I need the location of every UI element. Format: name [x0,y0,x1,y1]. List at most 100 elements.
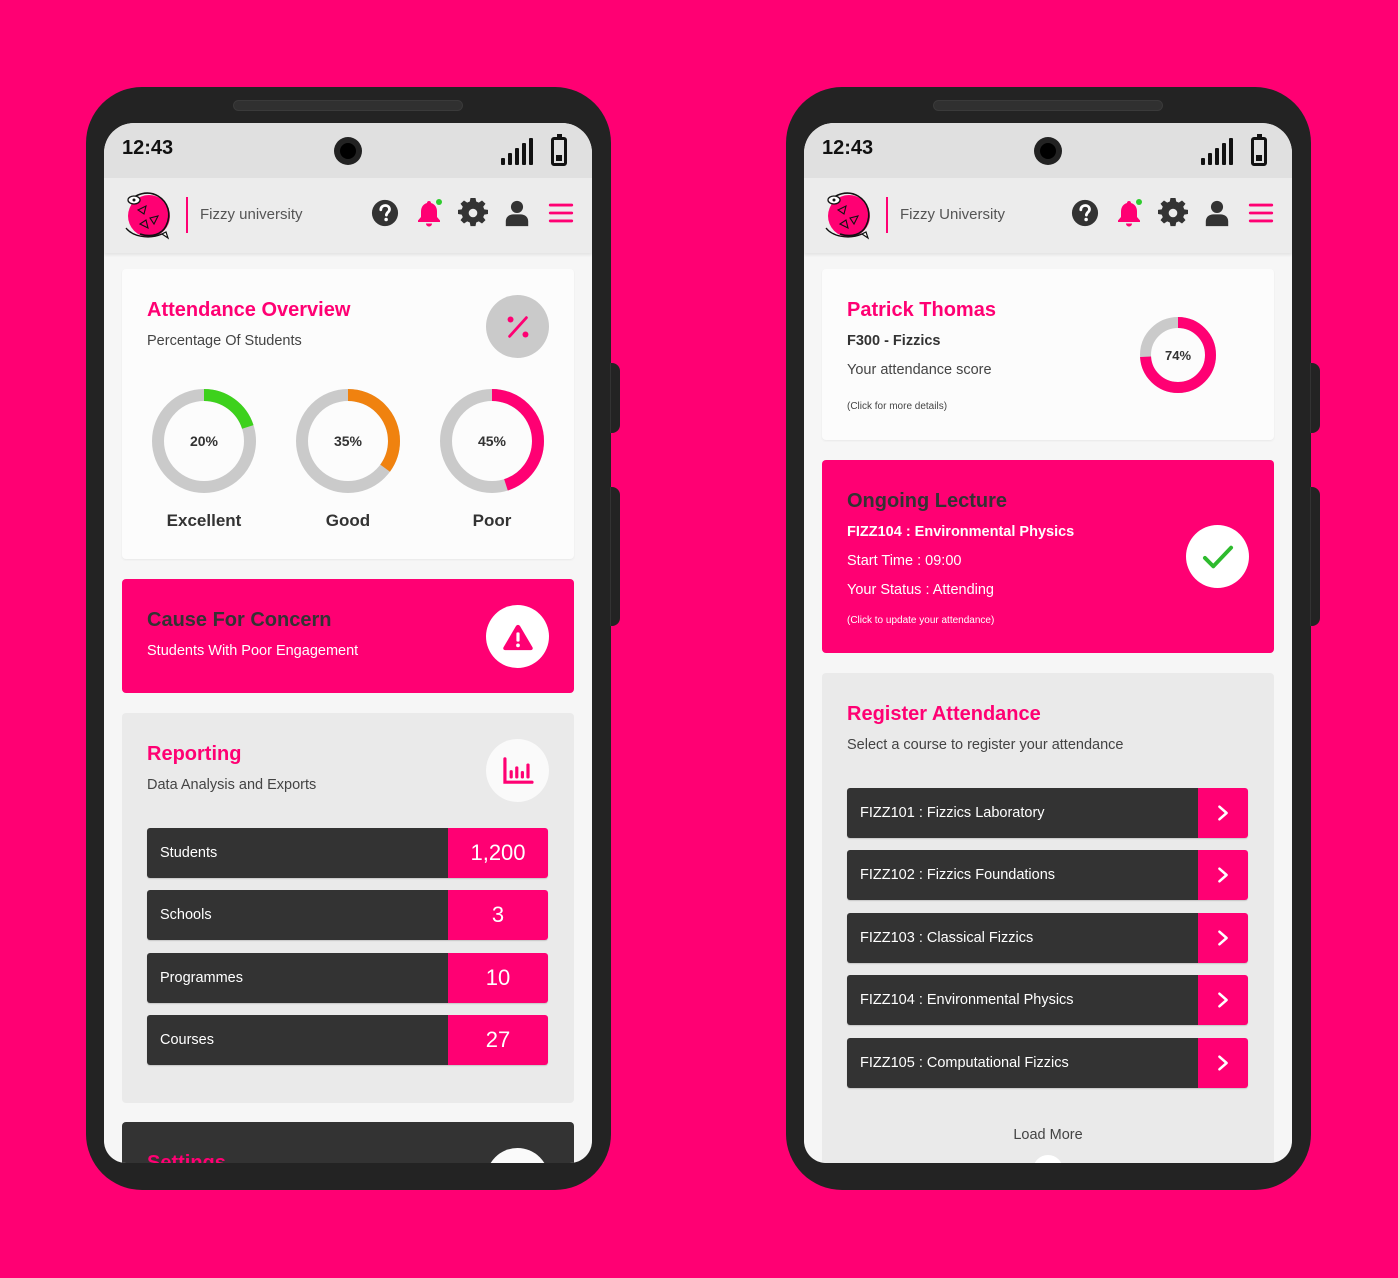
card-subtitle: Select a course to register your attenda… [847,737,1124,753]
phone-frame-right: 12:43 Fizzy University Patrick Thomas F3… [786,87,1320,1190]
lecture-course: FIZZ104 : Environmental Physics [847,524,1075,540]
chevron-right-icon[interactable] [1198,913,1248,963]
lecture-start-time: Start Time : 09:00 [847,553,962,569]
card-subtitle: Students With Poor Engagement [147,643,359,659]
attendance-status: Your Status : Attending [847,582,994,598]
speaker-grille [233,100,463,111]
card-subtitle: Data Analysis and Exports [147,777,317,793]
battery-icon [1251,134,1267,166]
bell-icon[interactable] [414,198,444,228]
header-divider [186,197,188,233]
bar-chart-icon[interactable] [486,739,549,802]
course-label: FIZZ101 : Fizzics Laboratory [847,788,1198,838]
course-label: FIZZ102 : Fizzics Foundations [847,850,1198,900]
stat-row-students[interactable]: Students 1,200 [147,828,548,878]
update-note: (Click to update your attendance) [847,615,995,626]
help-icon[interactable] [1070,198,1100,228]
volume-button [610,363,620,433]
status-time: 12:43 [122,137,174,159]
chevron-right-icon[interactable] [1198,975,1248,1025]
card-subtitle: Percentage Of Students [147,333,302,349]
donut-value: 45% [477,433,507,449]
check-icon[interactable] [1186,525,1249,588]
chevron-right-icon[interactable] [1198,788,1248,838]
course-row[interactable]: FIZZ101 : Fizzics Laboratory [847,788,1248,838]
donut-caption: Poor [472,511,512,530]
university-logo[interactable] [122,188,174,240]
score-label: Your attendance score [847,362,992,378]
speaker-grille [933,100,1163,111]
status-bar: 12:43 [104,123,592,178]
attendance-overview-card[interactable]: Attendance Overview Percentage Of Studen… [122,269,574,559]
university-logo[interactable] [822,188,874,240]
stat-value: 3 [448,890,548,940]
percent-icon [486,295,549,358]
stat-row-schools[interactable]: Schools 3 [147,890,548,940]
ongoing-lecture-card[interactable]: Ongoing Lecture FIZZ104 : Environmental … [822,460,1274,653]
donut-caption: Excellent [166,511,242,530]
menu-icon[interactable] [1246,198,1276,228]
card-title: Settings [147,1152,226,1163]
phone-screen-left: 12:43 Fizzy university Attendance Overvi [104,123,592,1163]
header-actions [370,198,576,228]
stat-label: Courses [147,1015,448,1065]
menu-icon[interactable] [546,198,576,228]
front-camera [334,137,362,165]
stat-row-courses[interactable]: Courses 27 [147,1015,548,1065]
course-row[interactable]: FIZZ102 : Fizzics Foundations [847,850,1248,900]
power-button [1310,487,1320,626]
donut-caption: Good [325,511,371,530]
course-row[interactable]: FIZZ103 : Classical Fizzics [847,913,1248,963]
card-title: Attendance Overview [147,299,351,321]
volume-button [1310,363,1320,433]
stat-value: 1,200 [448,828,548,878]
card-title: Reporting [147,743,242,765]
donut-value: 35% [333,433,363,449]
notification-dot [436,199,442,205]
gear-icon[interactable] [458,198,488,228]
front-camera [1034,137,1062,165]
settings-icon [486,1148,549,1163]
app-header: Fizzy university [104,178,592,253]
scroll-indicator [1033,1155,1063,1163]
score-donut: 74% [1140,317,1216,393]
course-label: FIZZ105 : Computational Fizzics [847,1038,1198,1088]
course-row[interactable]: FIZZ105 : Computational Fizzics [847,1038,1248,1088]
brand-name: Fizzy university [200,206,303,223]
gear-icon[interactable] [1158,198,1188,228]
header-divider [886,197,888,233]
donut-poor: 45% Poor [440,389,544,531]
programme-code: F300 - Fizzics [847,333,941,349]
donut-good: 35% Good [296,389,400,531]
brand-name: Fizzy University [900,206,1006,223]
card-title: Cause For Concern [147,609,332,631]
course-label: FIZZ103 : Classical Fizzics [847,913,1198,963]
signal-icon [1201,138,1235,165]
course-row[interactable]: FIZZ104 : Environmental Physics [847,975,1248,1025]
student-name: Patrick Thomas [847,299,996,321]
cause-for-concern-card[interactable]: Cause For Concern Students With Poor Eng… [122,579,574,693]
phone-frame-left: 12:43 Fizzy university Attendance Overvi [86,87,620,1190]
status-bar: 12:43 [804,123,1292,178]
settings-card[interactable]: Settings [122,1122,574,1163]
chevron-right-icon[interactable] [1198,1038,1248,1088]
stat-label: Students [147,828,448,878]
help-icon[interactable] [370,198,400,228]
chevron-right-icon[interactable] [1198,850,1248,900]
student-attendance-card[interactable]: Patrick Thomas F300 - Fizzics Your atten… [822,269,1274,440]
user-icon[interactable] [1202,198,1232,228]
notification-dot [1136,199,1142,205]
bell-icon[interactable] [1114,198,1144,228]
donut-value: 20% [189,433,219,449]
app-header: Fizzy University [804,178,1292,253]
power-button [610,487,620,626]
donut-excellent: 20% Excellent [152,389,256,531]
battery-icon [551,134,567,166]
phone-screen-right: 12:43 Fizzy University Patrick Thomas F3… [804,123,1292,1163]
user-icon[interactable] [502,198,532,228]
stat-row-programmes[interactable]: Programmes 10 [147,953,548,1003]
header-actions [1070,198,1276,228]
register-attendance-card: Register Attendance Select a course to r… [822,673,1274,1163]
signal-icon [501,138,535,165]
load-more-button[interactable]: Load More [822,1127,1274,1143]
